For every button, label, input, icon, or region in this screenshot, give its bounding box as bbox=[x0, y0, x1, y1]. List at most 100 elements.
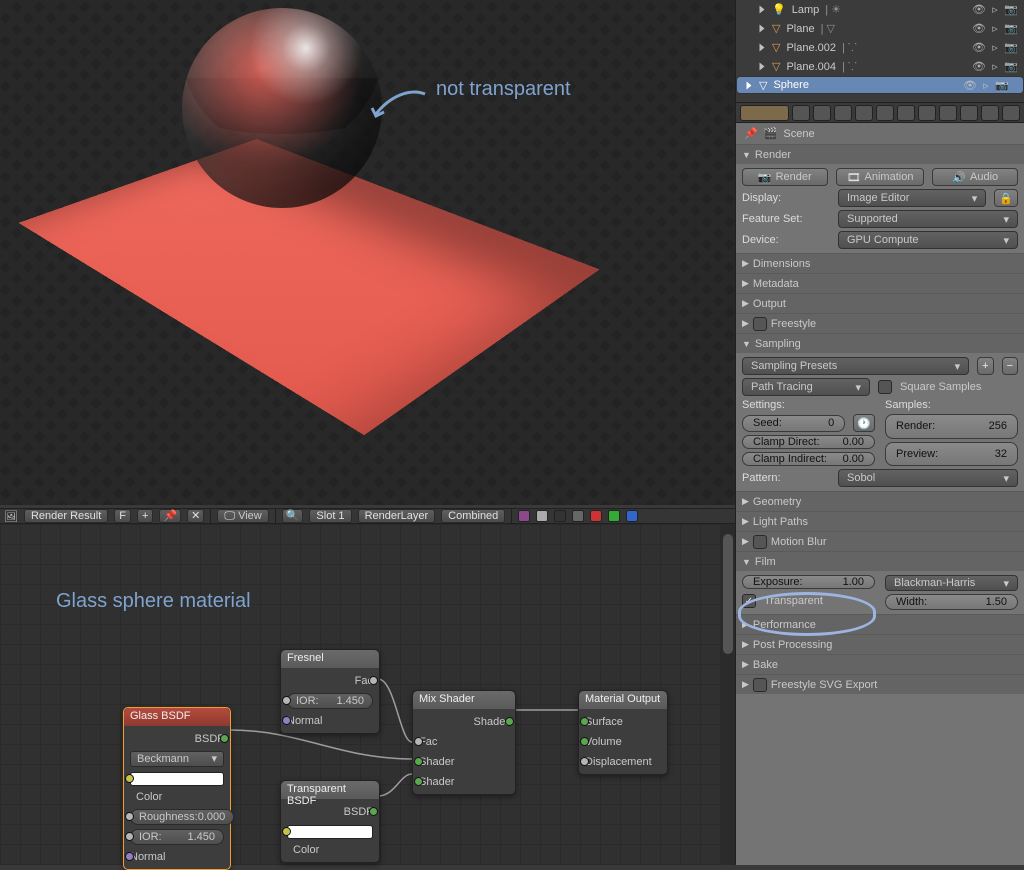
render-button[interactable]: 📷 Render bbox=[742, 168, 828, 186]
render-tab-icon[interactable] bbox=[740, 105, 789, 121]
eye-icon[interactable]: 👁 bbox=[963, 79, 977, 92]
channel-rgba-icon[interactable] bbox=[518, 510, 530, 522]
cursor-icon[interactable]: ▹ bbox=[988, 41, 1002, 54]
fresnel-ior-field[interactable]: IOR:1.450 bbox=[287, 693, 373, 709]
outliner[interactable]: 💡 Lamp| ☀ 👁▹📷 ▽ Plane| ▽ 👁▹📷 ▽ Plane.002… bbox=[736, 0, 1024, 103]
integrator-dropdown[interactable]: Path Tracing▾ bbox=[742, 378, 870, 396]
fake-user-button[interactable]: F bbox=[114, 509, 131, 523]
modifiers-tab-icon[interactable] bbox=[897, 105, 915, 121]
seed-field[interactable]: Seed:0 bbox=[742, 415, 845, 432]
pin-icon[interactable]: 📌 bbox=[159, 509, 181, 523]
glass-roughness-field[interactable]: Roughness:0.000 bbox=[130, 809, 234, 825]
clock-icon[interactable]: 🕐 bbox=[853, 414, 875, 432]
particles-tab-icon[interactable] bbox=[981, 105, 999, 121]
cursor-icon[interactable]: ▹ bbox=[988, 3, 1002, 16]
render-layers-tab-icon[interactable] bbox=[792, 105, 810, 121]
clamp-indirect-field[interactable]: Clamp Indirect:0.00 bbox=[742, 452, 875, 466]
panel-bake-header[interactable]: ▶Bake bbox=[736, 655, 1024, 674]
node-fresnel[interactable]: Fresnel Fac IOR:1.450 Normal bbox=[280, 649, 380, 734]
transparent-color-swatch[interactable] bbox=[287, 825, 373, 839]
outliner-item-plane004[interactable]: ▽ Plane.004| ⸪ 👁▹📷 bbox=[736, 57, 1024, 76]
sampling-presets-dropdown[interactable]: Sampling Presets▾ bbox=[742, 357, 969, 375]
object-tab-icon[interactable] bbox=[855, 105, 873, 121]
eye-icon[interactable]: 👁 bbox=[972, 60, 986, 73]
outliner-item-plane[interactable]: ▽ Plane| ▽ 👁▹📷 bbox=[736, 19, 1024, 38]
panel-geometry-header[interactable]: ▶Geometry bbox=[736, 492, 1024, 511]
node-editor-scrollbar[interactable] bbox=[721, 524, 735, 865]
square-samples-checkbox[interactable] bbox=[878, 380, 892, 394]
render-icon[interactable]: 📷 bbox=[1004, 60, 1018, 73]
eye-icon[interactable]: 👁 bbox=[972, 22, 986, 35]
channel-g-icon[interactable] bbox=[608, 510, 620, 522]
cursor-icon[interactable]: ▹ bbox=[988, 22, 1002, 35]
filter-width-field[interactable]: Width:1.50 bbox=[885, 594, 1018, 610]
outliner-item-sphere[interactable]: ▽ Sphere 👁▹📷 bbox=[736, 76, 1024, 94]
display-dropdown[interactable]: Image Editor▾ bbox=[838, 189, 986, 207]
texture-tab-icon[interactable] bbox=[960, 105, 978, 121]
render-layer-dropdown[interactable]: RenderLayer bbox=[358, 509, 436, 523]
panel-render-header[interactable]: ▼Render bbox=[736, 145, 1024, 164]
feature-set-dropdown[interactable]: Supported▾ bbox=[838, 210, 1018, 228]
pattern-dropdown[interactable]: Sobol▾ bbox=[838, 469, 1018, 487]
channel-b-icon[interactable] bbox=[626, 510, 638, 522]
panel-motion-blur-header[interactable]: ▶Motion Blur bbox=[736, 532, 1024, 551]
clamp-direct-field[interactable]: Clamp Direct:0.00 bbox=[742, 435, 875, 449]
world-tab-icon[interactable] bbox=[834, 105, 852, 121]
render-icon[interactable]: 📷 bbox=[1004, 3, 1018, 16]
glass-color-swatch[interactable] bbox=[130, 772, 224, 786]
animation-button[interactable]: 🎞 Animation bbox=[836, 168, 925, 186]
node-editor[interactable]: Glass sphere material Glass BSDF BSDF Be… bbox=[0, 524, 735, 865]
panel-metadata-header[interactable]: ▶Metadata bbox=[736, 274, 1024, 293]
render-icon[interactable]: 📷 bbox=[1004, 22, 1018, 35]
image-dropdown[interactable]: Render Result bbox=[24, 509, 108, 523]
unlink-icon[interactable]: ✕ bbox=[187, 509, 204, 523]
channel-rgb-icon[interactable] bbox=[536, 510, 548, 522]
node-material-output[interactable]: Material Output Surface Volume Displacem… bbox=[578, 690, 668, 775]
eye-icon[interactable]: 👁 bbox=[972, 3, 986, 16]
panel-light-paths-header[interactable]: ▶Light Paths bbox=[736, 512, 1024, 531]
glass-ior-field[interactable]: IOR:1.450 bbox=[130, 829, 224, 845]
constraints-tab-icon[interactable] bbox=[876, 105, 894, 121]
cursor-icon[interactable]: ▹ bbox=[979, 79, 993, 92]
panel-freestyle-header[interactable]: ▶Freestyle bbox=[736, 314, 1024, 333]
device-dropdown[interactable]: GPU Compute▾ bbox=[838, 231, 1018, 249]
freestyle-svg-checkbox[interactable] bbox=[753, 678, 767, 692]
material-tab-icon[interactable] bbox=[939, 105, 957, 121]
panel-film-header[interactable]: ▼Film bbox=[736, 552, 1024, 571]
pin-icon[interactable]: 📌 bbox=[744, 127, 758, 140]
render-samples-field[interactable]: Render:256 bbox=[885, 414, 1018, 439]
render-icon[interactable]: 📷 bbox=[1004, 41, 1018, 54]
node-mix-shader[interactable]: Mix Shader Shader Fac Shader Shader bbox=[412, 690, 516, 795]
exposure-field[interactable]: Exposure:1.00 bbox=[742, 575, 875, 589]
panel-dimensions-header[interactable]: ▶Dimensions bbox=[736, 254, 1024, 273]
channel-alpha-icon[interactable] bbox=[554, 510, 566, 522]
node-glass-bsdf[interactable]: Glass BSDF BSDF Beckmann▾ Color Roughnes… bbox=[123, 707, 231, 870]
image-editor-icon[interactable]: 🖼 bbox=[4, 510, 18, 523]
cursor-icon[interactable]: ▹ bbox=[988, 60, 1002, 73]
outliner-item-plane002[interactable]: ▽ Plane.002| ⸪ 👁▹📷 bbox=[736, 38, 1024, 57]
panel-freestyle-svg-header[interactable]: ▶Freestyle SVG Export bbox=[736, 675, 1024, 694]
data-tab-icon[interactable] bbox=[918, 105, 936, 121]
eye-icon[interactable]: 👁 bbox=[972, 41, 986, 54]
lock-icon[interactable]: 🔒 bbox=[994, 189, 1018, 207]
motion-blur-checkbox[interactable] bbox=[753, 535, 767, 549]
slot-dropdown[interactable]: Slot 1 bbox=[309, 509, 351, 523]
zoom-icon[interactable]: 🔍 bbox=[282, 509, 304, 523]
node-transparent-bsdf[interactable]: Transparent BSDF BSDF Color bbox=[280, 780, 380, 863]
view-menu[interactable]: 🖵 View bbox=[217, 509, 268, 523]
glass-distribution-dropdown[interactable]: Beckmann▾ bbox=[130, 751, 224, 767]
render-icon[interactable]: 📷 bbox=[995, 79, 1009, 92]
panel-sampling-header[interactable]: ▼Sampling bbox=[736, 334, 1024, 353]
outliner-item-lamp[interactable]: 💡 Lamp| ☀ 👁▹📷 bbox=[736, 0, 1024, 19]
scene-tab-icon[interactable] bbox=[813, 105, 831, 121]
panel-post-processing-header[interactable]: ▶Post Processing bbox=[736, 635, 1024, 654]
freestyle-checkbox[interactable] bbox=[753, 317, 767, 331]
render-viewport[interactable]: not transparent bbox=[0, 0, 735, 505]
preview-samples-field[interactable]: Preview:32 bbox=[885, 442, 1018, 467]
pass-dropdown[interactable]: Combined bbox=[441, 509, 505, 523]
remove-preset-icon[interactable]: − bbox=[1002, 357, 1018, 375]
add-preset-icon[interactable]: + bbox=[977, 357, 993, 375]
channel-z-icon[interactable] bbox=[572, 510, 584, 522]
panel-output-header[interactable]: ▶Output bbox=[736, 294, 1024, 313]
physics-tab-icon[interactable] bbox=[1002, 105, 1020, 121]
